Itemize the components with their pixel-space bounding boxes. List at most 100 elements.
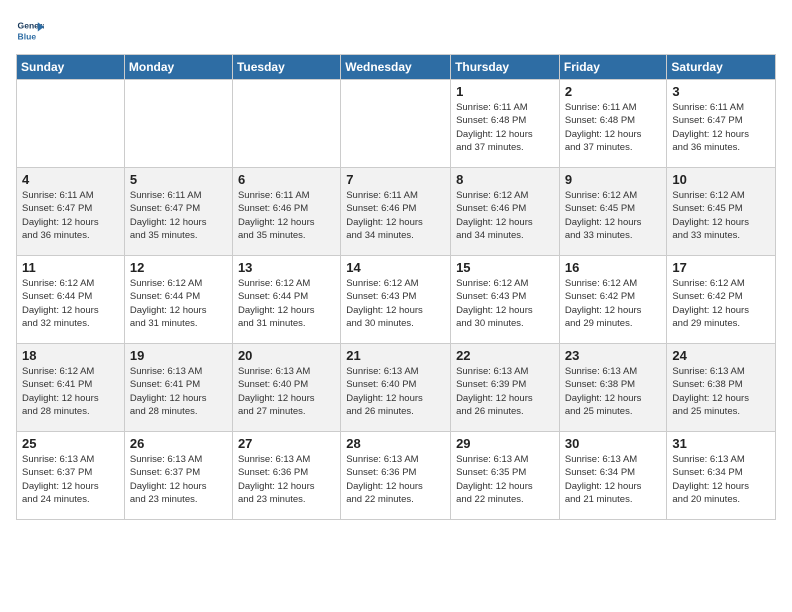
week-row-2: 4Sunrise: 6:11 AM Sunset: 6:47 PM Daylig… [17, 168, 776, 256]
day-info: Sunrise: 6:13 AM Sunset: 6:38 PM Dayligh… [672, 365, 770, 418]
svg-text:Blue: Blue [18, 31, 37, 41]
day-number: 24 [672, 348, 770, 363]
day-info: Sunrise: 6:11 AM Sunset: 6:46 PM Dayligh… [346, 189, 445, 242]
calendar-cell: 4Sunrise: 6:11 AM Sunset: 6:47 PM Daylig… [17, 168, 125, 256]
week-row-5: 25 Sunrise: 6:13 AM Sunset: 6:37 PM Dayli… [17, 432, 776, 520]
weekday-header-row: SundayMondayTuesdayWednesdayThursdayFrid… [17, 55, 776, 80]
day-info: Sunrise: 6:12 AM Sunset: 6:45 PM Dayligh… [672, 189, 770, 242]
day-number: 20 [238, 348, 335, 363]
day-info: Sunrise: 6:12 AM Sunset: 6:45 PM Dayligh… [565, 189, 662, 242]
day-info: Sunrise: 6:13 AM Sunset: 6:39 PM Dayligh… [456, 365, 554, 418]
calendar-cell: 15 Sunrise: 6:12 AM Sunset: 6:43 PM Dayli… [451, 256, 560, 344]
calendar-cell: 25 Sunrise: 6:13 AM Sunset: 6:37 PM Dayli… [17, 432, 125, 520]
day-number: 29 [456, 436, 554, 451]
day-info: Sunrise: 6:13 AM Sunset: 6:37 PM Dayligh… [22, 453, 119, 506]
logo-icon: General Blue [16, 16, 44, 44]
calendar-cell: 3 Sunrise: 6:11 AM Sunset: 6:47 PM Daylig… [667, 80, 776, 168]
calendar-cell: 26Sunrise: 6:13 AM Sunset: 6:37 PM Dayli… [124, 432, 232, 520]
day-number: 21 [346, 348, 445, 363]
calendar-cell: 8Sunrise: 6:12 AM Sunset: 6:46 PM Daylig… [451, 168, 560, 256]
day-number: 6 [238, 172, 335, 187]
day-info: Sunrise: 6:12 AM Sunset: 6:44 PM Dayligh… [130, 277, 227, 330]
calendar-cell: 17 Sunrise: 6:12 AM Sunset: 6:42 PM Dayli… [667, 256, 776, 344]
day-info: Sunrise: 6:11 AM Sunset: 6:46 PM Dayligh… [238, 189, 335, 242]
weekday-header-monday: Monday [124, 55, 232, 80]
day-info: Sunrise: 6:13 AM Sunset: 6:36 PM Dayligh… [346, 453, 445, 506]
day-number: 28 [346, 436, 445, 451]
day-number: 3 [672, 84, 770, 99]
day-info: Sunrise: 6:13 AM Sunset: 6:36 PM Dayligh… [238, 453, 335, 506]
day-number: 18 [22, 348, 119, 363]
calendar-cell: 1 Sunrise: 6:11 AM Sunset: 6:48 PM Daylig… [451, 80, 560, 168]
day-number: 8 [456, 172, 554, 187]
calendar-cell: 13 Sunrise: 6:12 AM Sunset: 6:44 PM Dayli… [232, 256, 340, 344]
calendar-cell: 19Sunrise: 6:13 AM Sunset: 6:41 PM Dayli… [124, 344, 232, 432]
calendar-cell: 7 Sunrise: 6:11 AM Sunset: 6:46 PM Daylig… [341, 168, 451, 256]
weekday-header-thursday: Thursday [451, 55, 560, 80]
day-info: Sunrise: 6:11 AM Sunset: 6:48 PM Dayligh… [456, 101, 554, 154]
calendar-cell: 6 Sunrise: 6:11 AM Sunset: 6:46 PM Daylig… [232, 168, 340, 256]
day-number: 17 [672, 260, 770, 275]
day-number: 30 [565, 436, 662, 451]
day-info: Sunrise: 6:12 AM Sunset: 6:44 PM Dayligh… [238, 277, 335, 330]
day-number: 31 [672, 436, 770, 451]
logo: General Blue [16, 16, 48, 44]
day-number: 23 [565, 348, 662, 363]
calendar-cell: 9 Sunrise: 6:12 AM Sunset: 6:45 PM Daylig… [559, 168, 667, 256]
day-number: 13 [238, 260, 335, 275]
week-row-3: 11 Sunrise: 6:12 AM Sunset: 6:44 PM Dayli… [17, 256, 776, 344]
day-number: 25 [22, 436, 119, 451]
calendar-cell: 5Sunrise: 6:11 AM Sunset: 6:47 PM Daylig… [124, 168, 232, 256]
calendar-cell: 16Sunrise: 6:12 AM Sunset: 6:42 PM Dayli… [559, 256, 667, 344]
weekday-header-wednesday: Wednesday [341, 55, 451, 80]
calendar-cell: 31 Sunrise: 6:13 AM Sunset: 6:34 PM Dayli… [667, 432, 776, 520]
day-number: 19 [130, 348, 227, 363]
day-info: Sunrise: 6:12 AM Sunset: 6:43 PM Dayligh… [456, 277, 554, 330]
day-number: 11 [22, 260, 119, 275]
day-number: 7 [346, 172, 445, 187]
calendar-cell [232, 80, 340, 168]
day-info: Sunrise: 6:12 AM Sunset: 6:42 PM Dayligh… [565, 277, 662, 330]
calendar-cell: 22 Sunrise: 6:13 AM Sunset: 6:39 PM Dayli… [451, 344, 560, 432]
day-info: Sunrise: 6:13 AM Sunset: 6:38 PM Dayligh… [565, 365, 662, 418]
day-number: 12 [130, 260, 227, 275]
day-number: 9 [565, 172, 662, 187]
calendar-cell: 2 Sunrise: 6:11 AM Sunset: 6:48 PM Daylig… [559, 80, 667, 168]
day-number: 5 [130, 172, 227, 187]
day-info: Sunrise: 6:13 AM Sunset: 6:34 PM Dayligh… [565, 453, 662, 506]
calendar-table: SundayMondayTuesdayWednesdayThursdayFrid… [16, 54, 776, 520]
calendar-cell: 28 Sunrise: 6:13 AM Sunset: 6:36 PM Dayli… [341, 432, 451, 520]
calendar-cell: 27 Sunrise: 6:13 AM Sunset: 6:36 PM Dayli… [232, 432, 340, 520]
calendar-cell: 20 Sunrise: 6:13 AM Sunset: 6:40 PM Dayli… [232, 344, 340, 432]
calendar-cell: 11 Sunrise: 6:12 AM Sunset: 6:44 PM Dayli… [17, 256, 125, 344]
day-number: 15 [456, 260, 554, 275]
day-info: Sunrise: 6:13 AM Sunset: 6:37 PM Dayligh… [130, 453, 227, 506]
header: General Blue [16, 16, 776, 44]
day-info: Sunrise: 6:11 AM Sunset: 6:48 PM Dayligh… [565, 101, 662, 154]
weekday-header-friday: Friday [559, 55, 667, 80]
calendar-cell: 24 Sunrise: 6:13 AM Sunset: 6:38 PM Dayli… [667, 344, 776, 432]
week-row-1: 1 Sunrise: 6:11 AM Sunset: 6:48 PM Daylig… [17, 80, 776, 168]
day-info: Sunrise: 6:13 AM Sunset: 6:40 PM Dayligh… [238, 365, 335, 418]
day-info: Sunrise: 6:12 AM Sunset: 6:44 PM Dayligh… [22, 277, 119, 330]
day-number: 1 [456, 84, 554, 99]
day-info: Sunrise: 6:12 AM Sunset: 6:42 PM Dayligh… [672, 277, 770, 330]
calendar-cell: 18Sunrise: 6:12 AM Sunset: 6:41 PM Dayli… [17, 344, 125, 432]
calendar-cell: 12 Sunrise: 6:12 AM Sunset: 6:44 PM Dayli… [124, 256, 232, 344]
day-info: Sunrise: 6:13 AM Sunset: 6:40 PM Dayligh… [346, 365, 445, 418]
weekday-header-saturday: Saturday [667, 55, 776, 80]
calendar-cell: 30 Sunrise: 6:13 AM Sunset: 6:34 PM Dayli… [559, 432, 667, 520]
day-number: 2 [565, 84, 662, 99]
calendar-cell [124, 80, 232, 168]
day-number: 27 [238, 436, 335, 451]
day-info: Sunrise: 6:13 AM Sunset: 6:34 PM Dayligh… [672, 453, 770, 506]
calendar-cell [17, 80, 125, 168]
day-info: Sunrise: 6:11 AM Sunset: 6:47 PM Dayligh… [22, 189, 119, 242]
day-number: 14 [346, 260, 445, 275]
day-number: 22 [456, 348, 554, 363]
week-row-4: 18Sunrise: 6:12 AM Sunset: 6:41 PM Dayli… [17, 344, 776, 432]
day-info: Sunrise: 6:13 AM Sunset: 6:35 PM Dayligh… [456, 453, 554, 506]
weekday-header-sunday: Sunday [17, 55, 125, 80]
day-number: 10 [672, 172, 770, 187]
day-info: Sunrise: 6:11 AM Sunset: 6:47 PM Dayligh… [672, 101, 770, 154]
